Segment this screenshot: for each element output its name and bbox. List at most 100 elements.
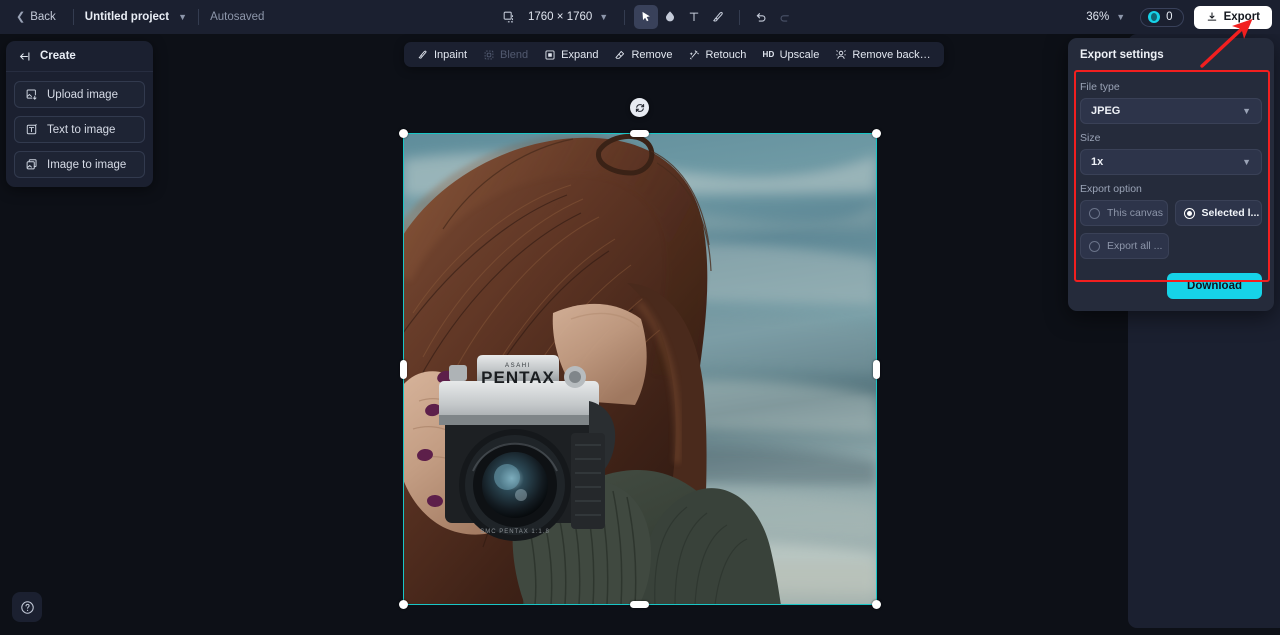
export-label: Export [1224,11,1260,23]
expand-label: Expand [561,49,598,61]
radio-icon [1089,241,1100,252]
chevron-down-icon: ▼ [1242,106,1251,116]
image-to-image-label: Image to image [47,159,126,171]
resize-handle-bottom-center[interactable] [630,601,649,608]
collapse-left-icon[interactable] [18,50,31,63]
svg-text:PENTAX: PENTAX [481,368,555,387]
expand-button[interactable]: Expand [537,46,605,64]
upload-image-button[interactable]: Upload image [14,81,145,108]
app-root: ❮ Back Untitled project ▼ Autosaved 1760… [0,0,1280,635]
radio-icon-selected [1184,208,1195,219]
edit-toolbar: Inpaint Blend Expand [404,42,944,67]
selected-image[interactable]: PENTAX ASAHI SMC PENTAX 1:1.8 [403,133,877,605]
tool-cluster: 1760 × 1760 ▼ [497,0,797,34]
resize-handle-bottom-left[interactable] [399,600,408,609]
text-to-image-label: Text to image [47,124,115,136]
divider [198,9,199,25]
image-selection[interactable]: PENTAX ASAHI SMC PENTAX 1:1.8 [403,98,877,605]
zoom-control[interactable]: 36% ▼ [1081,8,1130,26]
export-option-row-1: This canvas Selected l... [1080,200,1262,226]
remove-background-button[interactable]: Remove back… [828,46,937,64]
inpaint-label: Inpaint [434,49,467,61]
text-to-image-button[interactable]: Text to image [14,116,145,143]
upload-image-label: Upload image [47,89,118,101]
create-panel-body: Upload image Text to image [6,72,153,178]
help-button[interactable] [12,592,42,622]
export-option-label: Export option [1080,183,1262,195]
chevron-down-icon: ▼ [599,12,608,22]
radio-selected-layer[interactable]: Selected l... [1175,200,1263,226]
project-name[interactable]: Untitled project [85,11,169,23]
select-icon[interactable] [634,5,658,29]
remove-label: Remove [631,49,672,61]
remove-background-icon [835,49,847,61]
photo-content: PENTAX ASAHI SMC PENTAX 1:1.8 [403,133,877,605]
divider [739,10,740,25]
remove-button[interactable]: Remove [607,46,679,64]
radio-export-all-label: Export all ... [1107,240,1162,252]
file-type-select[interactable]: JPEG ▼ [1080,98,1262,124]
resize-handle-top-center[interactable] [630,130,649,137]
resize-handle-middle-right[interactable] [873,360,880,379]
file-type-value: JPEG [1091,105,1120,117]
retouch-button[interactable]: Retouch [681,46,753,64]
credits-badge[interactable]: 0 [1140,8,1183,27]
canvas-size-control[interactable]: 1760 × 1760 ▼ [521,11,615,23]
zoom-level: 36% [1086,11,1109,23]
image-to-image-icon [25,158,38,171]
divider [73,9,74,25]
blend-label: Blend [500,49,528,61]
radio-export-all[interactable]: Export all ... [1080,233,1169,259]
radio-selected-layer-label: Selected l... [1202,207,1260,219]
file-type-label: File type [1080,81,1262,93]
top-bar-left: ❮ Back Untitled project ▼ Autosaved [0,0,264,34]
create-panel-header: Create [6,41,153,72]
hd-icon: HD [762,50,774,59]
export-button[interactable]: Export [1194,6,1272,29]
blend-button[interactable]: Blend [476,46,535,64]
back-button[interactable]: ❮ Back [10,8,62,26]
size-value: 1x [1091,156,1103,168]
help-circle-icon [20,600,35,615]
radio-this-canvas[interactable]: This canvas [1080,200,1168,226]
mask-icon[interactable] [658,5,682,29]
export-settings-title: Export settings [1068,38,1274,71]
text-to-image-icon [25,123,38,136]
rotate-icon[interactable] [630,98,649,117]
text-icon[interactable] [682,5,706,29]
chevron-down-icon[interactable]: ▼ [178,12,187,22]
redo-icon[interactable] [773,5,797,29]
image-to-image-button[interactable]: Image to image [14,151,145,178]
top-bar-right: 36% ▼ 0 Export [1081,0,1272,34]
svg-text:SMC PENTAX 1:1.8: SMC PENTAX 1:1.8 [480,529,550,535]
autosave-status: Autosaved [210,11,264,23]
divider [624,10,625,25]
upload-image-icon [25,88,38,101]
top-bar: ❮ Back Untitled project ▼ Autosaved 1760… [0,0,1280,34]
download-button[interactable]: Download [1167,273,1262,299]
artboard-icon[interactable] [497,5,521,29]
blend-icon [483,49,495,61]
size-select[interactable]: 1x ▼ [1080,149,1262,175]
radio-this-canvas-label: This canvas [1107,207,1163,219]
retouch-label: Retouch [705,49,746,61]
size-label: Size [1080,132,1262,144]
remove-icon [614,49,626,61]
resize-handle-middle-left[interactable] [400,360,407,379]
resize-handle-top-right[interactable] [872,129,881,138]
resize-handle-bottom-right[interactable] [872,600,881,609]
download-row: Download [1068,259,1274,299]
upscale-button[interactable]: HD Upscale [755,46,826,64]
chevron-down-icon: ▼ [1116,12,1125,22]
export-settings-panel: Export settings File type JPEG ▼ Size 1x… [1068,38,1274,311]
brush-icon[interactable] [706,5,730,29]
expand-icon [544,49,556,61]
undo-icon[interactable] [749,5,773,29]
create-panel-title: Create [40,50,76,62]
canvas-size-value: 1760 × 1760 [528,11,592,23]
download-icon [1206,11,1218,23]
inpaint-button[interactable]: Inpaint [410,46,474,64]
inpaint-icon [417,49,429,61]
resize-handle-top-left[interactable] [399,129,408,138]
upscale-label: Upscale [780,49,820,61]
